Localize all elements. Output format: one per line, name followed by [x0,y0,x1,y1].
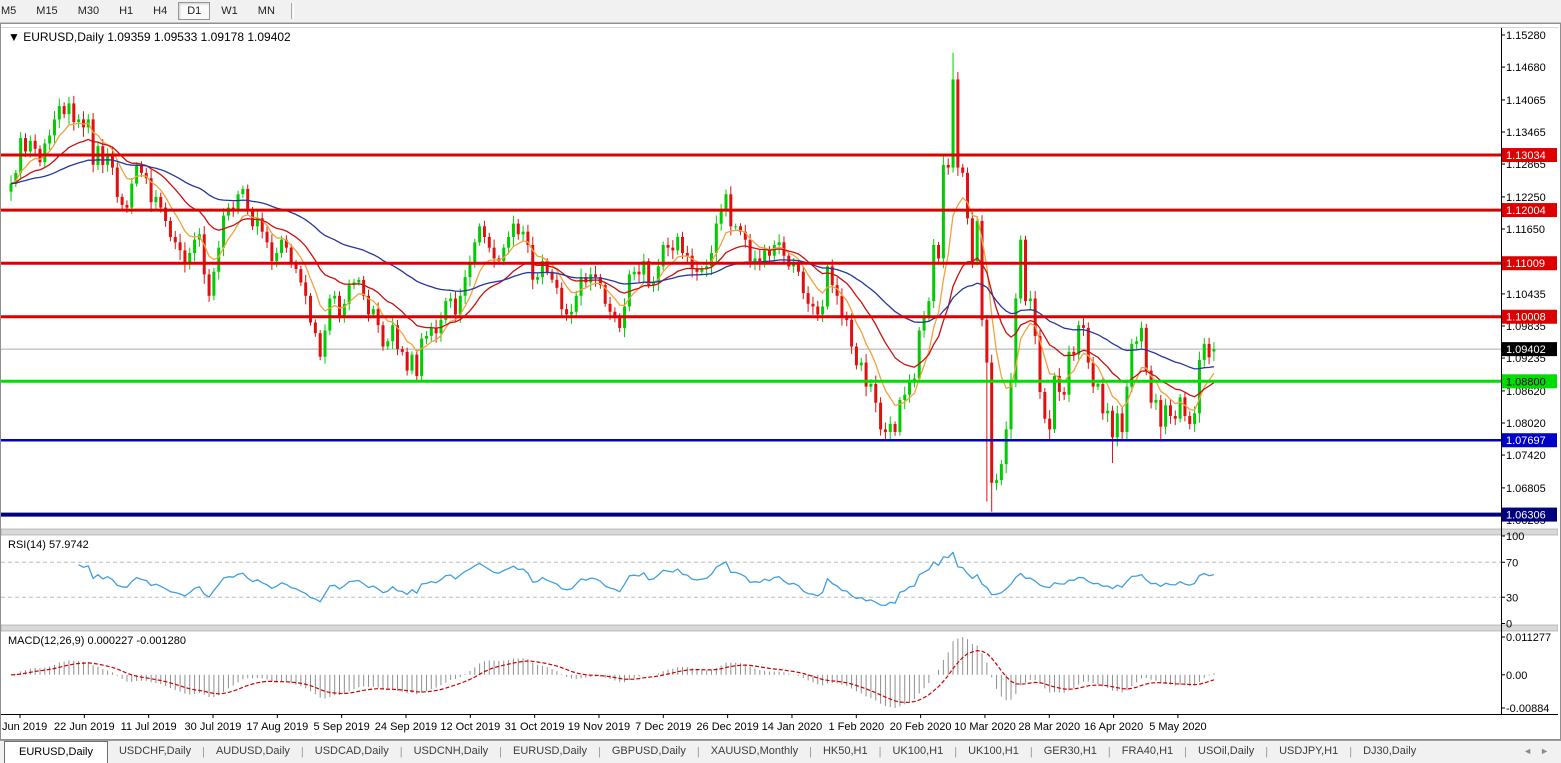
svg-text:1.11650: 1.11650 [1506,224,1545,236]
svg-text:11 Jul 2019: 11 Jul 2019 [121,721,177,733]
chart-tabbar: EURUSD,DailyUSDCHF,Daily|AUDUSD,Daily|US… [0,740,1561,763]
svg-text:100: 100 [1506,531,1524,543]
svg-text:14 Jan 2020: 14 Jan 2020 [762,721,823,733]
svg-text:1.06306: 1.06306 [1506,510,1546,522]
timeframe-button-d1[interactable]: D1 [178,2,210,20]
chart-window: RSI(14) 57.9742 MACD(12,26,9) 0.000227 -0… [0,23,1561,740]
svg-text:16 Apr 2020: 16 Apr 2020 [1084,721,1143,733]
svg-text:30 Jul 2019: 30 Jul 2019 [185,721,242,733]
svg-text:1.14065: 1.14065 [1506,95,1546,107]
tab-scroll-buttons: ◄► [1519,746,1553,756]
chart-tab-gbpusd-daily-6[interactable]: GBPUSD,Daily [601,741,697,763]
price-axis: 1.152801.146801.140651.134651.128651.122… [1501,28,1546,714]
chart-title-text: ▼ EURUSD,Daily 1.09359 1.09533 1.09178 1… [8,30,291,44]
macd-signal-line [11,651,1214,703]
svg-text:28 Mar 2020: 28 Mar 2020 [1018,721,1080,733]
chart-tab-uk100-h1-10[interactable]: UK100,H1 [957,741,1030,763]
rsi-pane: RSI(14) 57.9742 [1,539,1501,605]
chart-tab-ger30-h1-11[interactable]: GER30,H1 [1033,741,1108,763]
macd-label: MACD(12,26,9) 0.000227 -0.001280 [8,635,186,647]
svg-text:1.11009: 1.11009 [1506,258,1545,270]
svg-text:1.09402: 1.09402 [1506,344,1546,356]
svg-text:1.10435: 1.10435 [1506,289,1546,301]
timeframe-button-h4[interactable]: H4 [144,2,176,20]
svg-text:1.06805: 1.06805 [1506,483,1546,495]
rsi-axis: 100 70 30 0 [1501,531,1524,631]
chart-tab-dj30-daily-15[interactable]: DJ30,Daily [1352,741,1427,763]
toolbar-separator [291,3,294,19]
svg-text:1.07420: 1.07420 [1506,450,1546,462]
svg-text:1.10008: 1.10008 [1506,312,1546,324]
timeframe-button-m30[interactable]: M30 [69,2,108,20]
chart-tab-usdjpy-h1-14[interactable]: USDJPY,H1 [1268,741,1349,763]
svg-text:20 Feb 2020: 20 Feb 2020 [890,721,952,733]
svg-text:70: 70 [1506,557,1518,569]
svg-text:19 Nov 2019: 19 Nov 2019 [568,721,630,733]
ma-line-fast [11,123,1214,410]
chart-tab-usdcnh-daily-4[interactable]: USDCNH,Daily [403,741,500,763]
svg-text:1 Feb 2020: 1 Feb 2020 [828,721,884,733]
chart-svg[interactable]: RSI(14) 57.9742 MACD(12,26,9) 0.000227 -0… [1,24,1558,737]
horizontal-levels[interactable] [1,155,1501,515]
svg-text:0.00: 0.00 [1506,670,1527,682]
timeframe-button-h1[interactable]: H1 [110,2,142,20]
chart-tab-fra40-h1-12[interactable]: FRA40,H1 [1111,741,1184,763]
svg-text:0.011277: 0.011277 [1506,632,1551,644]
chart-tab-usdchf-daily-1[interactable]: USDCHF,Daily [108,741,202,763]
svg-text:5 May 2020: 5 May 2020 [1149,721,1206,733]
svg-text:1.08800: 1.08800 [1506,376,1546,388]
tab-scroll-right-icon[interactable]: ► [1536,746,1553,756]
timeframe-button-m15[interactable]: M15 [27,2,66,20]
svg-text:7 Dec 2019: 7 Dec 2019 [635,721,691,733]
timeframe-button-mn[interactable]: MN [249,2,284,20]
svg-text:-0.00884: -0.00884 [1506,703,1549,715]
svg-text:1.13465: 1.13465 [1506,127,1546,139]
svg-text:22 Jun 2019: 22 Jun 2019 [54,721,115,733]
svg-text:26 Dec 2019: 26 Dec 2019 [696,721,758,733]
svg-text:1.12004: 1.12004 [1506,205,1546,217]
svg-text:4 Jun 2019: 4 Jun 2019 [1,721,47,733]
svg-text:1.07697: 1.07697 [1506,435,1546,447]
ma-lines [11,123,1214,410]
price-badges: 1.13034 1.12004 1.11009 1.10008 1.08800 1.076… [1502,148,1557,522]
svg-text:1.08020: 1.08020 [1506,418,1546,430]
svg-text:30: 30 [1506,592,1518,604]
ma-line-medium [11,139,1214,396]
svg-text:31 Oct 2019: 31 Oct 2019 [505,721,565,733]
svg-text:5 Sep 2019: 5 Sep 2019 [314,721,370,733]
rsi-label: RSI(14) 57.9742 [8,539,89,551]
svg-text:10 Mar 2020: 10 Mar 2020 [954,721,1016,733]
date-axis: 4 Jun 2019 22 Jun 2019 11 Jul 2019 30 Jul 2… [1,715,1558,734]
svg-text:1.12250: 1.12250 [1506,192,1546,204]
svg-text:1.13034: 1.13034 [1506,150,1546,162]
svg-text:24 Sep 2019: 24 Sep 2019 [375,721,437,733]
svg-text:1.15280: 1.15280 [1506,30,1546,42]
svg-text:1.14680: 1.14680 [1506,62,1546,74]
chart-tab-hk50-h1-8[interactable]: HK50,H1 [812,741,879,763]
svg-text:0: 0 [1506,619,1512,631]
chart-tab-eurusd-daily-5[interactable]: EURUSD,Daily [502,741,598,763]
chart-tab-uk100-h1-9[interactable]: UK100,H1 [881,741,954,763]
chart-tab-usdcad-daily-3[interactable]: USDCAD,Daily [304,741,400,763]
macd-pane: MACD(12,26,9) 0.000227 -0.001280 [8,635,1214,708]
timeframe-button-w1[interactable]: W1 [212,2,247,20]
tab-scroll-left-icon[interactable]: ◄ [1519,746,1536,756]
svg-text:12 Oct 2019: 12 Oct 2019 [440,721,500,733]
svg-text:17 Aug 2019: 17 Aug 2019 [246,721,308,733]
chart-tab-audusd-daily-2[interactable]: AUDUSD,Daily [205,741,301,763]
chart-title: ▼ EURUSD,Daily 1.09359 1.09533 1.09178 1… [8,30,291,44]
chart-tab-xauusd-monthly-7[interactable]: XAUUSD,Monthly [700,741,809,763]
timeframe-toolbar: M5M15M30H1H4D1W1MN [0,0,1561,23]
candles-group [10,53,1216,512]
macd-axis: 0.011277 0.00 -0.00884 [1501,632,1551,715]
chart-tab-usoil-daily-13[interactable]: USOil,Daily [1187,741,1265,763]
chart-tab-eurusd-daily-0[interactable]: EURUSD,Daily [4,741,108,763]
timeframe-button-m5[interactable]: M5 [0,2,25,20]
